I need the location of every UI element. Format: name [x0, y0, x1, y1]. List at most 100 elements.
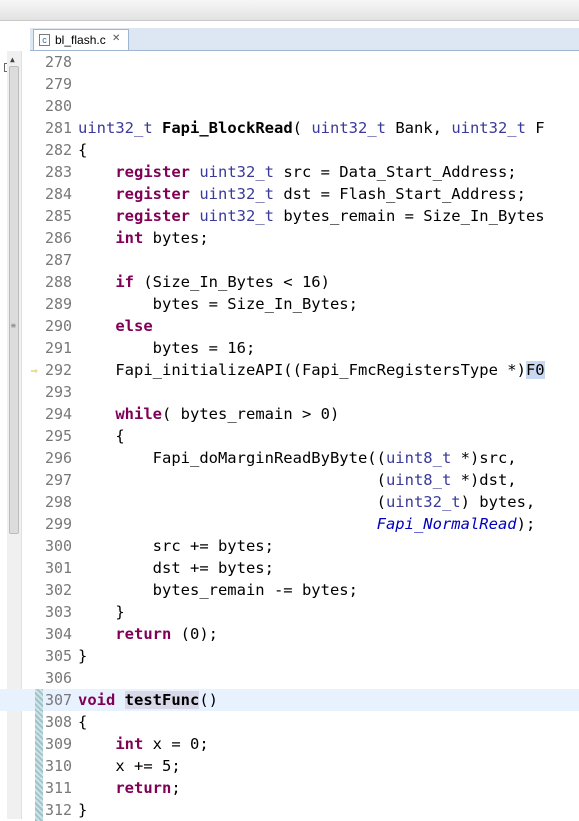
- code-line[interactable]: 297 (uint8_t *)dst,: [0, 469, 579, 491]
- code-line[interactable]: 309 int x = 0;: [0, 733, 579, 755]
- code-text[interactable]: bytes = Size_In_Bytes;: [78, 293, 358, 315]
- code-text[interactable]: {: [78, 139, 87, 161]
- line-number: 292: [45, 361, 73, 379]
- code-line[interactable]: 280: [0, 95, 579, 117]
- code-text[interactable]: x += 5;: [78, 755, 180, 777]
- code-text[interactable]: register uint32_t src = Data_Start_Addre…: [78, 161, 516, 183]
- code-text[interactable]: int bytes;: [78, 227, 208, 249]
- line-number: 279: [45, 75, 73, 93]
- code-text[interactable]: dst += bytes;: [78, 557, 274, 579]
- code-line[interactable]: 301 dst += bytes;: [0, 557, 579, 579]
- code-text[interactable]: void testFunc(): [78, 689, 218, 711]
- code-line[interactable]: 295 {: [0, 425, 579, 447]
- line-number: 298: [45, 493, 73, 511]
- line-number: 304: [45, 625, 73, 643]
- line-number: 302: [45, 581, 73, 599]
- code-text[interactable]: {: [78, 425, 124, 447]
- code-text[interactable]: register uint32_t bytes_remain = Size_In…: [78, 205, 544, 227]
- code-text[interactable]: Fapi_doMarginReadByByte((uint8_t *)src,: [78, 447, 517, 469]
- code-line[interactable]: 281 uint32_t Fapi_BlockRead( uint32_t Ban…: [0, 117, 579, 139]
- code-text[interactable]: bytes_remain -= bytes;: [78, 579, 358, 601]
- quick-diff-marker: [35, 161, 43, 183]
- code-text[interactable]: }: [78, 799, 87, 821]
- quick-diff-marker: [35, 711, 43, 733]
- line-number: 287: [45, 251, 73, 269]
- code-line[interactable]: 289 bytes = Size_In_Bytes;: [0, 293, 579, 315]
- current-instruction-arrow-icon: ⇨: [31, 364, 38, 377]
- code-line[interactable]: 303 }: [0, 601, 579, 623]
- code-line[interactable]: 279: [0, 73, 579, 95]
- code-line[interactable]: 278: [0, 51, 579, 73]
- code-line[interactable]: 307 void testFunc(): [0, 689, 579, 711]
- quick-diff-marker: [35, 667, 43, 689]
- quick-diff-marker: [35, 139, 43, 161]
- code-text[interactable]: bytes = 16;: [78, 337, 256, 359]
- code-editor[interactable]: 278 279 280 281 uint32_t Fapi_BlockRead( uin…: [0, 51, 579, 821]
- tab-bl-flash-c[interactable]: c bl_flash.c ✕: [33, 29, 129, 50]
- code-text[interactable]: register uint32_t dst = Flash_Start_Addr…: [78, 183, 526, 205]
- code-text[interactable]: int x = 0;: [78, 733, 208, 755]
- code-line[interactable]: 282 {: [0, 139, 579, 161]
- code-line[interactable]: 286 int bytes;: [0, 227, 579, 249]
- line-number: 312: [45, 801, 73, 819]
- code-text[interactable]: }: [78, 645, 87, 667]
- quick-diff-marker: [35, 645, 43, 667]
- quick-diff-marker: [35, 403, 43, 425]
- line-number: 285: [45, 207, 73, 225]
- line-number: 300: [45, 537, 73, 555]
- quick-diff-marker: [35, 755, 43, 777]
- code-line[interactable]: 304 return (0);: [0, 623, 579, 645]
- code-line[interactable]: 296 Fapi_doMarginReadByByte((uint8_t *)s…: [0, 447, 579, 469]
- close-icon[interactable]: ✕: [112, 33, 120, 44]
- quick-diff-marker: [35, 491, 43, 513]
- code-text[interactable]: }: [78, 601, 124, 623]
- line-number: 296: [45, 449, 73, 467]
- line-number: 310: [45, 757, 73, 775]
- code-text[interactable]: return (0);: [78, 623, 218, 645]
- code-text[interactable]: if (Size_In_Bytes < 16): [78, 271, 330, 293]
- quick-diff-marker: [35, 51, 43, 73]
- code-text[interactable]: while( bytes_remain > 0): [78, 403, 339, 425]
- code-text[interactable]: Fapi_initializeAPI((Fapi_FmcRegistersTyp…: [78, 359, 545, 381]
- code-line[interactable]: 285 register uint32_t bytes_remain = Siz…: [0, 205, 579, 227]
- code-line[interactable]: 293: [0, 381, 579, 403]
- quick-diff-marker: [35, 513, 43, 535]
- code-text[interactable]: (uint32_t) bytes,: [78, 491, 536, 513]
- code-line[interactable]: 284 register uint32_t dst = Flash_Start_…: [0, 183, 579, 205]
- code-text[interactable]: (uint8_t *)dst,: [78, 469, 517, 491]
- code-line[interactable]: 305}: [0, 645, 579, 667]
- line-number: 278: [45, 53, 73, 71]
- code-line[interactable]: 291 bytes = 16;: [0, 337, 579, 359]
- quick-diff-marker: [35, 117, 43, 139]
- quick-diff-marker: [35, 337, 43, 359]
- code-line[interactable]: 312}: [0, 799, 579, 821]
- code-text[interactable]: return;: [78, 777, 180, 799]
- code-line[interactable]: 300 src += bytes;: [0, 535, 579, 557]
- line-number: 293: [45, 383, 73, 401]
- quick-diff-marker: [35, 293, 43, 315]
- code-line[interactable]: 288 if (Size_In_Bytes < 16): [0, 271, 579, 293]
- code-line[interactable]: 298 (uint32_t) bytes,: [0, 491, 579, 513]
- quick-diff-marker: [35, 315, 43, 337]
- quick-diff-marker: [35, 689, 43, 711]
- quick-diff-marker: [35, 271, 43, 293]
- code-line[interactable]: 283 register uint32_t src = Data_Start_A…: [0, 161, 579, 183]
- code-line[interactable]: 302 bytes_remain -= bytes;: [0, 579, 579, 601]
- code-text[interactable]: src += bytes;: [78, 535, 274, 557]
- code-line[interactable]: 308 {: [0, 711, 579, 733]
- quick-diff-marker: [35, 557, 43, 579]
- code-text[interactable]: Fapi_NormalRead);: [78, 513, 536, 535]
- code-line[interactable]: ⇨ 292 Fapi_initializeAPI((Fapi_FmcRegiste…: [0, 359, 579, 381]
- code-line[interactable]: 310 x += 5;: [0, 755, 579, 777]
- code-line[interactable]: 290 else: [0, 315, 579, 337]
- code-text[interactable]: {: [78, 711, 87, 733]
- quick-diff-marker: [35, 227, 43, 249]
- code-line[interactable]: 299 Fapi_NormalRead);: [0, 513, 579, 535]
- code-line[interactable]: 306: [0, 667, 579, 689]
- code-line[interactable]: 294 while( bytes_remain > 0): [0, 403, 579, 425]
- code-line[interactable]: 311 return;: [0, 777, 579, 799]
- code-text[interactable]: uint32_t Fapi_BlockRead( uint32_t Bank, …: [78, 117, 545, 139]
- code-text[interactable]: else: [78, 315, 152, 337]
- code-line[interactable]: 287: [0, 249, 579, 271]
- c-file-icon: c: [39, 34, 50, 46]
